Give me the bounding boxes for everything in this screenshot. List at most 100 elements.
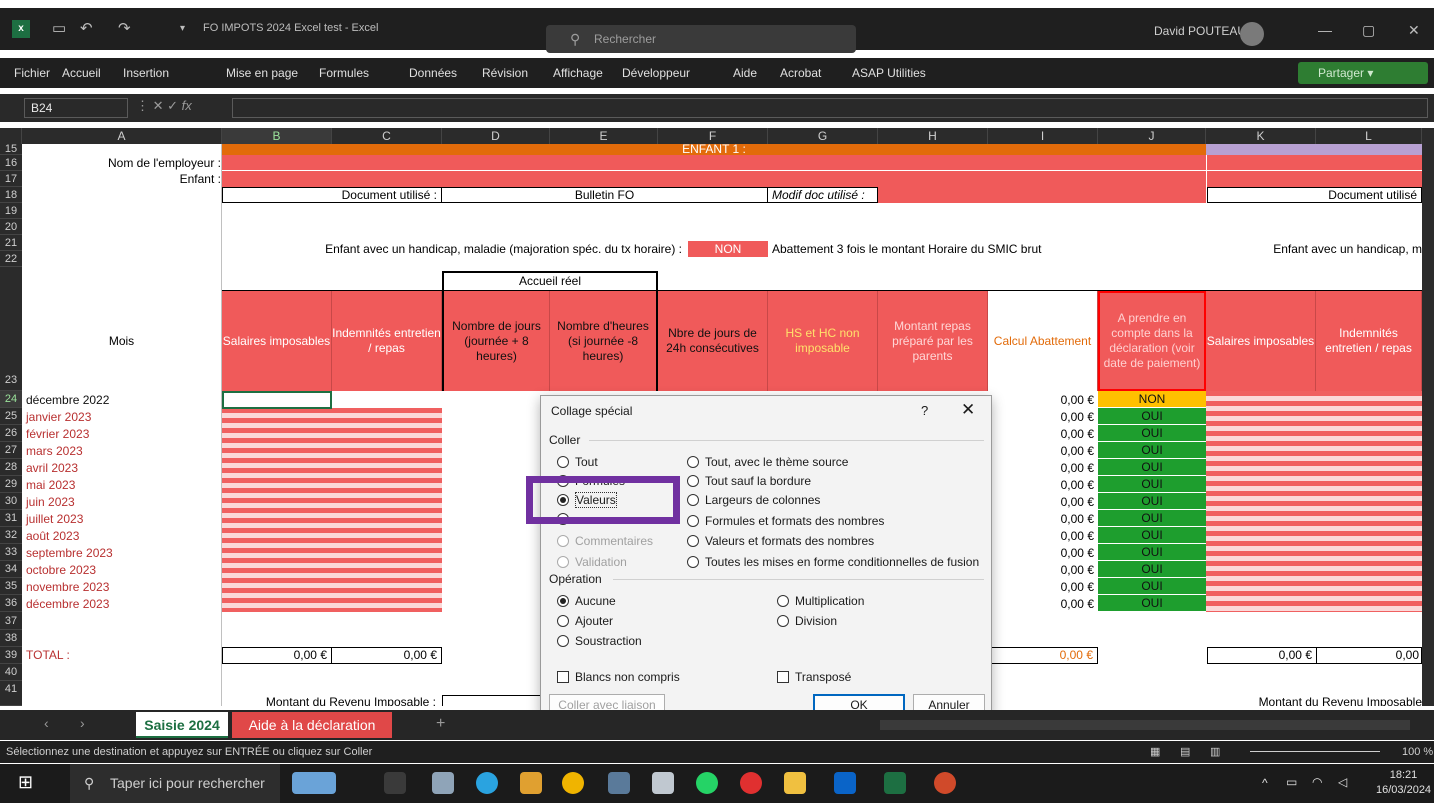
col-i[interactable]: I [988,128,1098,144]
header-repas[interactable]: Montant repas préparé par les parents [878,291,988,391]
formula-input[interactable] [232,98,1428,118]
menu-aide[interactable]: Aide [733,66,757,80]
zoom-level[interactable]: 100 % [1402,741,1433,763]
header-nb-heures[interactable]: Nombre d'heures (si journée -8 heures) [550,291,658,391]
month-cell[interactable]: septembre 2023 [26,546,113,560]
calc-cell[interactable]: 0,00 € [1000,461,1094,475]
total-b[interactable]: 0,00 € [222,647,332,664]
row-header[interactable]: 21 [0,235,22,251]
total-k[interactable]: 0,00 € [1207,647,1317,664]
col-b[interactable]: B [222,128,332,144]
help-icon[interactable]: ? [921,403,928,418]
row-header[interactable]: 15 [0,144,22,155]
row-header[interactable]: 39 [0,647,22,664]
header-indemnites[interactable]: Indemnités entretien / repas [332,291,442,391]
month-cell[interactable]: octobre 2023 [26,563,96,577]
col-a[interactable]: A [22,128,222,144]
battery-icon[interactable]: ▭ [1286,775,1297,789]
checkbox-transpose[interactable]: Transposé [777,669,851,685]
row-header[interactable]: 28 [0,459,22,476]
col-f[interactable]: F [658,128,768,144]
user-name[interactable]: David POUTEAU [1154,24,1246,38]
declaration-cell[interactable]: OUI [1098,408,1206,425]
calc-cell[interactable]: 0,00 € [1000,546,1094,560]
page-layout-icon[interactable]: ▤ [1180,741,1190,763]
calc-cell[interactable]: 0,00 € [1000,563,1094,577]
radio-formules-formats[interactable]: Formules et formats des nombres [687,513,884,529]
fx-icon[interactable]: ⋮ ✕ ✓ fx [136,98,192,114]
declaration-cell[interactable]: OUI [1098,527,1206,544]
tab-aide-declaration[interactable]: Aide à la déclaration [232,712,392,738]
col-d[interactable]: D [442,128,550,144]
radio-valeurs-formats[interactable]: Valeurs et formats des nombres [687,533,874,549]
row-header[interactable]: 41 [0,681,22,706]
row-header[interactable]: 22 [0,251,22,267]
calculator-icon[interactable] [608,772,630,794]
radio-sauf-bordure[interactable]: Tout sauf la bordure [687,473,811,489]
radio-ajouter[interactable]: Ajouter [557,613,613,629]
header-declaration[interactable]: A prendre en compte dans la déclaration … [1098,291,1206,391]
row-header[interactable]: 31 [0,510,22,527]
modif-input[interactable] [878,187,1206,203]
row-header[interactable]: 17 [0,171,22,187]
tab-saisie-2024[interactable]: Saisie 2024 [136,712,228,738]
checkbox-blancs[interactable]: Blancs non compris [557,669,680,685]
menu-donnees[interactable]: Données [409,66,457,80]
handicap-value[interactable]: NON [688,241,768,257]
total-l[interactable]: 0,00 [1317,647,1422,664]
radio-mises-en-forme[interactable]: Toutes les mises en forme conditionnelle… [687,554,979,570]
app-icon[interactable] [520,772,542,794]
month-cell[interactable]: juin 2023 [26,495,75,509]
header-abattement[interactable]: Calcul Abattement [988,291,1098,391]
outlook-icon[interactable] [834,772,856,794]
row-header[interactable]: 19 [0,203,22,219]
undo-icon[interactable]: ↶ [80,19,93,37]
row-header[interactable]: 30 [0,493,22,510]
row-header[interactable]: 37 [0,612,22,630]
row-header[interactable]: 35 [0,578,22,595]
row-header[interactable]: 26 [0,425,22,442]
row-header[interactable]: 36 [0,595,22,612]
row-header[interactable]: 33 [0,544,22,561]
chrome-icon[interactable] [562,772,584,794]
tab-next-icon[interactable]: › [80,715,85,731]
calc-cell[interactable]: 0,00 € [1000,427,1094,441]
windows-start-icon[interactable]: ⊞ [18,772,33,793]
radio-commentaires[interactable]: Commentaires [557,533,653,549]
row-header[interactable]: 16 [0,155,22,171]
app-icon[interactable] [652,772,674,794]
excel-taskbar-icon[interactable] [884,772,906,794]
row-header[interactable]: 25 [0,408,22,425]
total-c[interactable]: 0,00 € [332,647,442,664]
normal-view-icon[interactable]: ▦ [1150,741,1160,763]
declaration-cell[interactable]: NON [1098,391,1206,408]
menu-developpeur[interactable]: Développeur [622,66,690,80]
menu-acrobat[interactable]: Acrobat [780,66,821,80]
network-icon[interactable]: ◠ [1312,775,1322,789]
revenu-input[interactable] [442,695,542,706]
col-j[interactable]: J [1098,128,1206,144]
header-nb-jours[interactable]: Nombre de jours (journée + 8 heures) [442,291,550,391]
declaration-cell[interactable]: OUI [1098,595,1206,612]
powerpoint-icon[interactable] [934,772,956,794]
month-cell[interactable]: janvier 2023 [26,410,91,424]
header-salaires-2[interactable]: Salaires imposables [1206,291,1316,391]
menu-affichage[interactable]: Affichage [553,66,603,80]
telegram-icon[interactable] [476,772,498,794]
calc-cell[interactable]: 0,00 € [1000,478,1094,492]
zoom-slider[interactable] [1250,751,1380,752]
row-header[interactable]: 29 [0,476,22,493]
menu-mise-en-page[interactable]: Mise en page [226,66,298,80]
calc-cell[interactable]: 0,00 € [1000,529,1094,543]
row-header[interactable]: 18 [0,187,22,203]
enfant1-banner[interactable]: ENFANT 1 : [222,144,1206,155]
calc-cell[interactable]: 0,00 € [1000,410,1094,424]
employeur-input-2[interactable] [1207,155,1422,171]
month-cell[interactable]: avril 2023 [26,461,78,475]
row-header[interactable]: 23 [0,267,22,391]
month-cell[interactable]: décembre 2022 [26,393,109,407]
selected-cell-b24[interactable] [222,391,332,409]
calc-cell[interactable]: 0,00 € [1000,597,1094,611]
customize-qat-icon[interactable]: ▾ [180,23,185,34]
declaration-cell[interactable]: OUI [1098,561,1206,578]
